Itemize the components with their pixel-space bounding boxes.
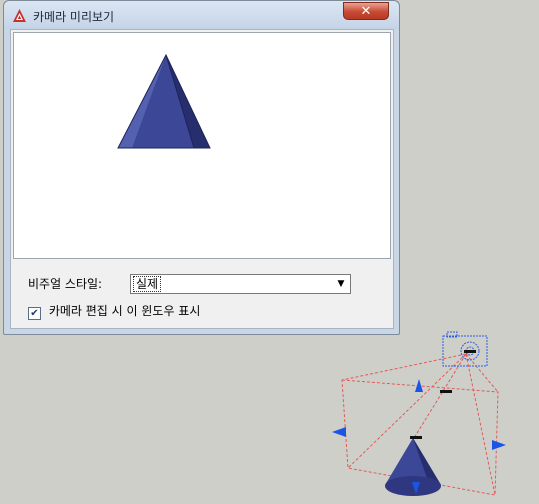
- visual-style-label: 비주얼 스타일:: [28, 277, 103, 291]
- show-window-label: 카메라 편집 시 이 윈도우 표시: [48, 304, 201, 318]
- chevron-down-icon[interactable]: ▼: [333, 276, 349, 292]
- title-bar[interactable]: 카메라 미리보기 ✕: [4, 1, 399, 29]
- visual-style-dropdown[interactable]: 실제 ▼: [130, 274, 351, 294]
- camera-icon[interactable]: [442, 331, 488, 367]
- dialog-body: 비주얼 스타일: 실제 ▼ ✔ 카메라 편집 시 이 윈도우 표시: [10, 29, 394, 329]
- grip-right-arrow-icon: [492, 440, 506, 450]
- close-icon: ✕: [360, 4, 372, 19]
- grip-left-arrow-icon: [332, 427, 346, 437]
- visual-style-value: 실제: [133, 276, 162, 292]
- camera-preview-dialog: 카메라 미리보기 ✕ 비주얼 스타일: 실제 ▼ ✔ 카메라 편집 시 이 윈도…: [3, 0, 400, 335]
- grip-up-arrow-icon: [415, 379, 423, 392]
- camera-glyph-scene[interactable]: [330, 330, 539, 504]
- camera-preview-viewport: [13, 32, 391, 259]
- show-window-checkbox[interactable]: ✔: [28, 307, 41, 320]
- close-button[interactable]: ✕: [343, 2, 389, 20]
- autocad-app-icon: [13, 9, 26, 22]
- cone-preview-render: [117, 53, 211, 149]
- window-title: 카메라 미리보기: [33, 10, 115, 24]
- show-window-option[interactable]: ✔ 카메라 편집 시 이 윈도우 표시: [28, 302, 200, 320]
- target-cone: [385, 438, 441, 496]
